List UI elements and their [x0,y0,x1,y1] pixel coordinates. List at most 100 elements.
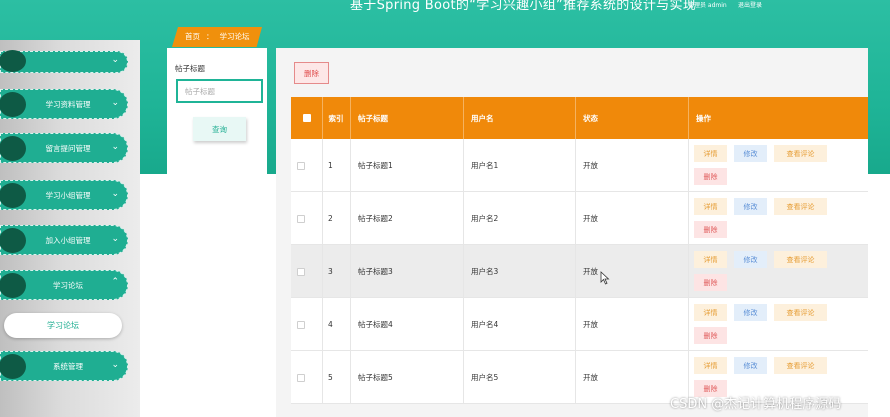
row-title: 帖子标题4 [358,320,393,329]
view-comments-button[interactable]: 查看评论 [774,145,827,162]
row-checkbox[interactable] [297,298,305,351]
row-status: 开放 [583,267,598,276]
view-comments-button[interactable]: 查看评论 [774,251,827,268]
chevron-down-icon: ⌄ [111,98,119,108]
row-index: 1 [328,161,333,170]
col-actions: 操作 [696,113,711,123]
forum-table: 索引 帖子标题 用户名 状态 操作 1 帖子标题1 用户名1 开放 详情 修改 … [291,97,868,404]
delete-button[interactable]: 删除 [694,221,727,238]
chevron-down-icon: ⌄ [111,189,119,199]
row-checkbox[interactable] [297,351,305,404]
breadcrumb-current: 学习论坛 [219,32,250,41]
col-title: 帖子标题 [358,113,388,123]
row-title: 帖子标题3 [358,267,393,276]
current-user: 管理员 admin [688,2,727,9]
search-label: 帖子标题 [175,64,205,73]
row-username: 用户名1 [471,161,499,170]
row-status: 开放 [583,320,598,329]
row-checkbox[interactable] [297,139,305,192]
edit-button[interactable]: 修改 [734,304,767,321]
edit-button[interactable]: 修改 [734,198,767,215]
row-title: 帖子标题1 [358,161,393,170]
chevron-up-icon: ⌃ [111,277,119,287]
sidebar-item-label: 学习小组管理 [45,190,91,200]
search-panel: 帖子标题 查询 [167,48,267,417]
row-checkbox[interactable] [297,192,305,245]
detail-button[interactable]: 详情 [694,357,727,374]
table-row: 3 帖子标题3 用户名3 开放 详情 修改 查看评论 删除 [291,245,868,298]
csdn-watermark: CSDN @杰记计算机程序源码 [670,397,842,412]
row-username: 用户名3 [471,267,499,276]
view-comments-button[interactable]: 查看评论 [774,357,827,374]
mouse-cursor-icon [600,271,610,285]
breadcrumb: 首页 ： 学习论坛 [172,27,262,47]
sidebar-item-label: 学习资料管理 [45,99,91,109]
menu-dot-icon [0,92,26,117]
row-username: 用户名4 [471,320,499,329]
edit-button[interactable]: 修改 [734,251,767,268]
table-row: 4 帖子标题4 用户名4 开放 详情 修改 查看评论 删除 [291,298,868,351]
menu-dot-icon [0,273,26,298]
menu-dot-icon [0,228,26,253]
row-title: 帖子标题2 [358,214,393,223]
view-comments-button[interactable]: 查看评论 [774,304,827,321]
sidebar-item-study-groups[interactable]: 学习小组管理 ⌄ [0,180,128,210]
detail-button[interactable]: 详情 [694,251,727,268]
detail-button[interactable]: 详情 [694,145,727,162]
search-input[interactable] [176,79,263,103]
delete-button[interactable]: 删除 [694,327,727,344]
row-username: 用户名5 [471,373,499,382]
chevron-down-icon: ⌄ [111,55,119,65]
table-header: 索引 帖子标题 用户名 状态 操作 [291,97,868,139]
sidebar-item-label: 系统管理 [53,361,83,371]
system-title: 基于Spring Boot的“学习兴趣小组”推荐系统的设计与实现 [350,0,697,13]
row-index: 5 [328,373,333,382]
select-all-checkbox[interactable] [303,97,311,139]
sidebar-item-join-groups[interactable]: 加入小组管理 ⌄ [0,225,128,255]
view-comments-button[interactable]: 查看评论 [774,198,827,215]
table-row: 1 帖子标题1 用户名1 开放 详情 修改 查看评论 删除 [291,139,868,192]
sidebar-item-system[interactable]: 系统管理 ⌄ [0,351,128,381]
sidebar: ⌄ 学习资料管理 ⌄ 留言提问管理 ⌄ 学习小组管理 ⌄ 加入小组管理 ⌄ 学习… [0,40,140,417]
detail-button[interactable]: 详情 [694,198,727,215]
row-status: 开放 [583,161,598,170]
row-index: 4 [328,320,333,329]
batch-delete-button[interactable]: 删除 [294,62,329,84]
detail-button[interactable]: 详情 [694,304,727,321]
chevron-down-icon: ⌄ [111,360,119,370]
breadcrumb-home[interactable]: 首页 [185,32,200,41]
edit-button[interactable]: 修改 [734,145,767,162]
sidebar-item-label: 加入小组管理 [45,235,91,245]
menu-dot-icon [0,183,26,208]
search-button[interactable]: 查询 [193,117,246,141]
breadcrumb-separator: ： [206,32,214,41]
col-status: 状态 [583,113,598,123]
row-index: 3 [328,267,333,276]
delete-button[interactable]: 删除 [694,168,727,185]
menu-dot-icon [0,354,26,379]
row-status: 开放 [583,214,598,223]
delete-button[interactable]: 删除 [694,274,727,291]
menu-dot-icon [0,50,26,72]
row-title: 帖子标题5 [358,373,393,382]
logout-link[interactable]: 退出登录 [738,0,762,9]
menu-dot-icon [0,136,26,161]
table-row: 2 帖子标题2 用户名2 开放 详情 修改 查看评论 删除 [291,192,868,245]
chevron-down-icon: ⌄ [111,234,119,244]
sidebar-item-study-materials[interactable]: 学习资料管理 ⌄ [0,89,128,119]
edit-button[interactable]: 修改 [734,357,767,374]
sidebar-subitem-forum[interactable]: 学习论坛 [4,313,122,338]
main-content: 删除 索引 帖子标题 用户名 状态 操作 1 帖子标题1 用户名1 开放 详情 … [276,48,868,417]
sidebar-item-top[interactable]: ⌄ [0,50,128,73]
sidebar-item-forum[interactable]: 学习论坛 ⌃ [0,270,128,300]
sidebar-item-messages[interactable]: 留言提问管理 ⌄ [0,133,128,163]
col-username: 用户名 [471,113,494,123]
row-username: 用户名2 [471,214,499,223]
row-status: 开放 [583,373,598,382]
sidebar-item-label: 学习论坛 [53,280,83,290]
row-checkbox[interactable] [297,245,305,298]
row-index: 2 [328,214,333,223]
col-index: 索引 [328,113,344,123]
sidebar-item-label: 留言提问管理 [45,143,91,153]
chevron-down-icon: ⌄ [111,142,119,152]
